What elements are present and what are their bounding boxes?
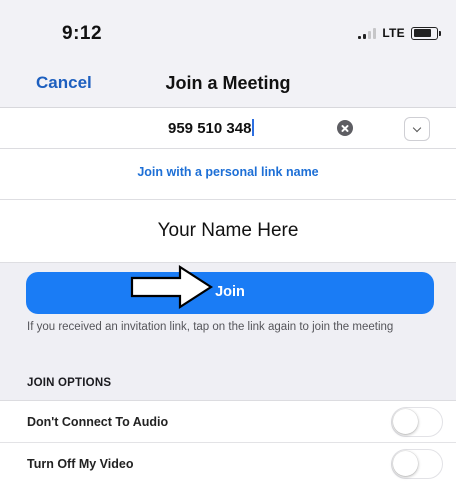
join-options-header: JOIN OPTIONS [27, 377, 112, 389]
join-button[interactable]: Join [26, 272, 434, 314]
meeting-id-field[interactable]: 959 510 348 [0, 108, 456, 149]
chevron-down-icon [412, 123, 422, 132]
audio-toggle[interactable] [391, 407, 443, 437]
join-options-list: Don't Connect To Audio Turn Off My Video [0, 400, 456, 485]
battery-icon [411, 26, 441, 40]
option-dont-connect-audio: Don't Connect To Audio [0, 401, 456, 443]
arrow-icon [130, 264, 214, 310]
network-type: LTE [382, 26, 405, 40]
signal-icon [358, 27, 377, 39]
option-turn-off-video: Turn Off My Video [0, 443, 456, 485]
join-button-label: Join [215, 284, 245, 300]
option-label: Turn Off My Video [27, 457, 134, 471]
invitation-hint: If you received an invitation link, tap … [27, 321, 394, 333]
status-bar: 9:12 LTE [0, 0, 456, 60]
name-input-value[interactable]: Your Name Here [0, 220, 456, 242]
history-dropdown-button[interactable] [404, 117, 430, 141]
toggle-knob [393, 451, 418, 476]
meeting-id-input[interactable]: 959 510 348 [168, 119, 255, 137]
status-time: 9:12 [62, 23, 103, 44]
nav-bar: Cancel Join a Meeting [0, 60, 456, 108]
personal-link-row: Join with a personal link name [0, 149, 456, 199]
toggle-knob [393, 409, 418, 434]
status-indicators: LTE [358, 26, 441, 40]
option-label: Don't Connect To Audio [27, 415, 169, 429]
name-field[interactable]: Your Name Here [0, 199, 456, 263]
text-cursor [252, 119, 255, 136]
clear-icon[interactable] [337, 120, 353, 136]
meeting-id-value: 959 510 348 [168, 120, 252, 137]
personal-link-name-link[interactable]: Join with a personal link name [0, 165, 456, 179]
video-toggle[interactable] [391, 449, 443, 479]
page-title: Join a Meeting [165, 73, 291, 93]
